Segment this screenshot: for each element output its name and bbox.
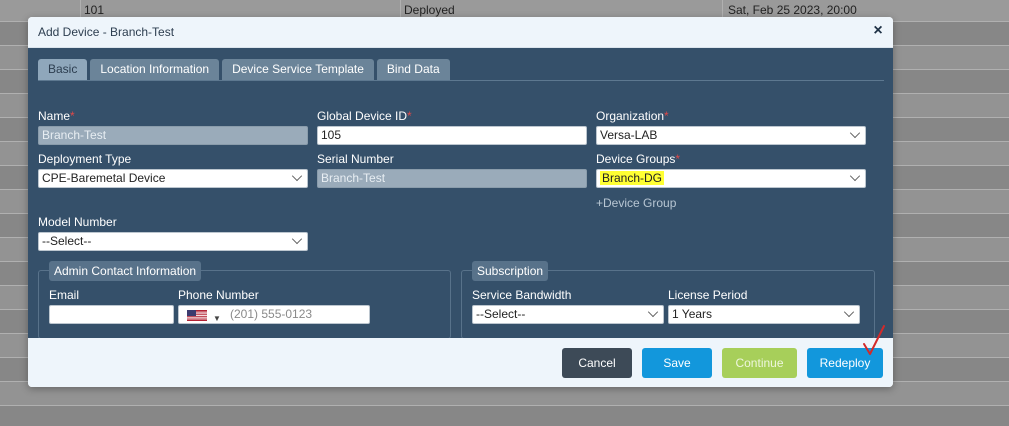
name-field-group: Name* Branch-Test	[38, 109, 308, 145]
chevron-down-icon	[849, 127, 861, 139]
close-icon[interactable]: ×	[871, 23, 885, 39]
service-bandwidth-field-group: Service Bandwidth --Select--	[472, 288, 664, 324]
chevron-down-icon	[291, 233, 303, 245]
serial-number-label: Serial Number	[317, 152, 394, 166]
deployment-type-select[interactable]: CPE-Baremetal Device	[38, 169, 308, 188]
phone-label: Phone Number	[178, 288, 259, 302]
model-number-value: --Select--	[42, 234, 92, 248]
device-groups-field-group: Device Groups* Branch-DG +Device Group	[596, 152, 866, 210]
modal-body: Basic Location Information Device Servic…	[28, 48, 893, 339]
subscription-fieldset: Subscription Service Bandwidth --Select-…	[461, 261, 875, 339]
tab-bind-data[interactable]: Bind Data	[376, 59, 450, 80]
device-groups-select[interactable]: Branch-DG	[596, 169, 866, 188]
continue-button[interactable]: Continue	[722, 348, 797, 378]
tab-bar: Basic Location Information Device Servic…	[38, 59, 450, 80]
phone-placeholder: (201) 555-0123	[230, 307, 313, 321]
organization-value: Versa-LAB	[600, 128, 658, 142]
device-groups-value: Branch-DG	[600, 171, 665, 185]
deployment-type-value: CPE-Baremetal Device	[42, 171, 166, 185]
admin-contact-legend: Admin Contact Information	[49, 261, 202, 281]
tab-divider	[38, 80, 884, 81]
license-period-value: 1 Years	[672, 307, 713, 321]
license-period-field-group: License Period 1 Years	[668, 288, 860, 324]
deployment-type-label: Deployment Type	[38, 152, 132, 166]
modal-footer: Cancel Save Continue Redeploy	[28, 338, 893, 387]
modal-header: Add Device - Branch-Test ×	[28, 17, 893, 48]
add-device-group-link[interactable]: +Device Group	[596, 196, 676, 210]
organization-select[interactable]: Versa-LAB	[596, 126, 866, 145]
chevron-down-icon	[647, 306, 659, 318]
admin-contact-fieldset: Admin Contact Information Email Phone Nu…	[38, 261, 451, 339]
tab-location-information[interactable]: Location Information	[90, 59, 220, 80]
model-number-field-group: Model Number --Select--	[38, 215, 308, 251]
name-input: Branch-Test	[38, 126, 308, 145]
save-button[interactable]: Save	[642, 348, 712, 378]
caret-down-icon[interactable]: ▼	[213, 310, 221, 323]
subscription-legend: Subscription	[472, 261, 549, 281]
organization-field-group: Organization* Versa-LAB	[596, 109, 866, 145]
table-row	[0, 406, 1009, 426]
global-device-id-input[interactable]: 105	[317, 126, 587, 145]
phone-input[interactable]: ▼ (201) 555-0123	[178, 305, 370, 324]
table-cell: 101	[84, 3, 105, 17]
license-period-label: License Period	[668, 288, 748, 302]
organization-label: Organization*	[596, 109, 669, 123]
modal-title: Add Device - Branch-Test	[38, 25, 175, 39]
cancel-button[interactable]: Cancel	[562, 348, 632, 378]
us-flag-icon[interactable]	[187, 310, 207, 321]
model-number-select[interactable]: --Select--	[38, 232, 308, 251]
serial-number-field-group: Serial Number Branch-Test	[317, 152, 587, 188]
service-bandwidth-value: --Select--	[476, 307, 526, 321]
tab-basic[interactable]: Basic	[38, 59, 88, 80]
phone-field-group: Phone Number ▼ (201) 555-0123	[178, 288, 370, 324]
table-cell: Sat, Feb 25 2023, 20:00	[728, 3, 857, 17]
email-field-group: Email	[49, 288, 174, 324]
checkmark-annotation-icon	[863, 325, 885, 355]
name-label: Name*	[38, 109, 75, 123]
table-cell: Deployed	[404, 3, 455, 17]
global-device-id-label: Global Device ID*	[317, 109, 412, 123]
deployment-type-field-group: Deployment Type CPE-Baremetal Device	[38, 152, 308, 188]
chevron-down-icon	[843, 306, 855, 318]
model-number-label: Model Number	[38, 215, 117, 229]
serial-number-input: Branch-Test	[317, 169, 587, 188]
license-period-select[interactable]: 1 Years	[668, 305, 860, 324]
tab-device-service-template[interactable]: Device Service Template	[222, 59, 374, 80]
chevron-down-icon	[849, 170, 861, 182]
device-groups-label: Device Groups*	[596, 152, 681, 166]
service-bandwidth-label: Service Bandwidth	[472, 288, 572, 302]
email-label: Email	[49, 288, 80, 302]
add-device-modal: Add Device - Branch-Test × Basic Locatio…	[28, 17, 893, 387]
service-bandwidth-select[interactable]: --Select--	[472, 305, 664, 324]
chevron-down-icon	[291, 170, 303, 182]
global-device-id-field-group: Global Device ID* 105	[317, 109, 587, 145]
email-field[interactable]	[49, 305, 174, 324]
